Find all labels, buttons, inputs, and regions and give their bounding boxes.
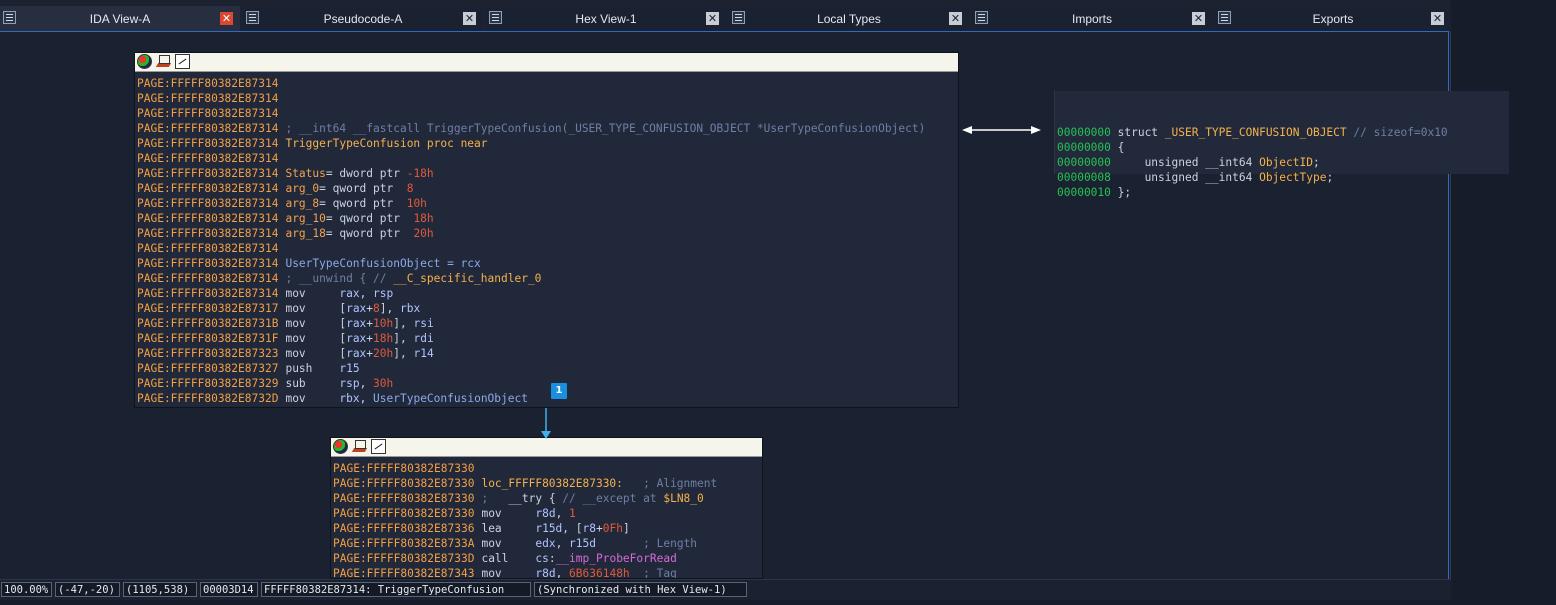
status-mouse-position: (1105,538): [123, 582, 197, 597]
status-graph-position: (-47,-20): [55, 582, 120, 597]
graph-edges: [541, 126, 1041, 439]
status-sync: (Synchronized with Hex View-1): [534, 582, 747, 597]
status-file-offset: 00003D14: [200, 582, 258, 597]
edge-arrowhead: [541, 431, 551, 439]
struct-link-right-arrow: [1031, 126, 1041, 134]
struct-link-left-arrow: [962, 126, 972, 134]
status-location: FFFFF80382E87314: TriggerTypeConfusion: [261, 582, 531, 597]
status-zoom: 100.00%: [1, 582, 52, 597]
status-bar: 100.00% (-47,-20) (1105,538) 00003D14 FF…: [0, 579, 1451, 600]
